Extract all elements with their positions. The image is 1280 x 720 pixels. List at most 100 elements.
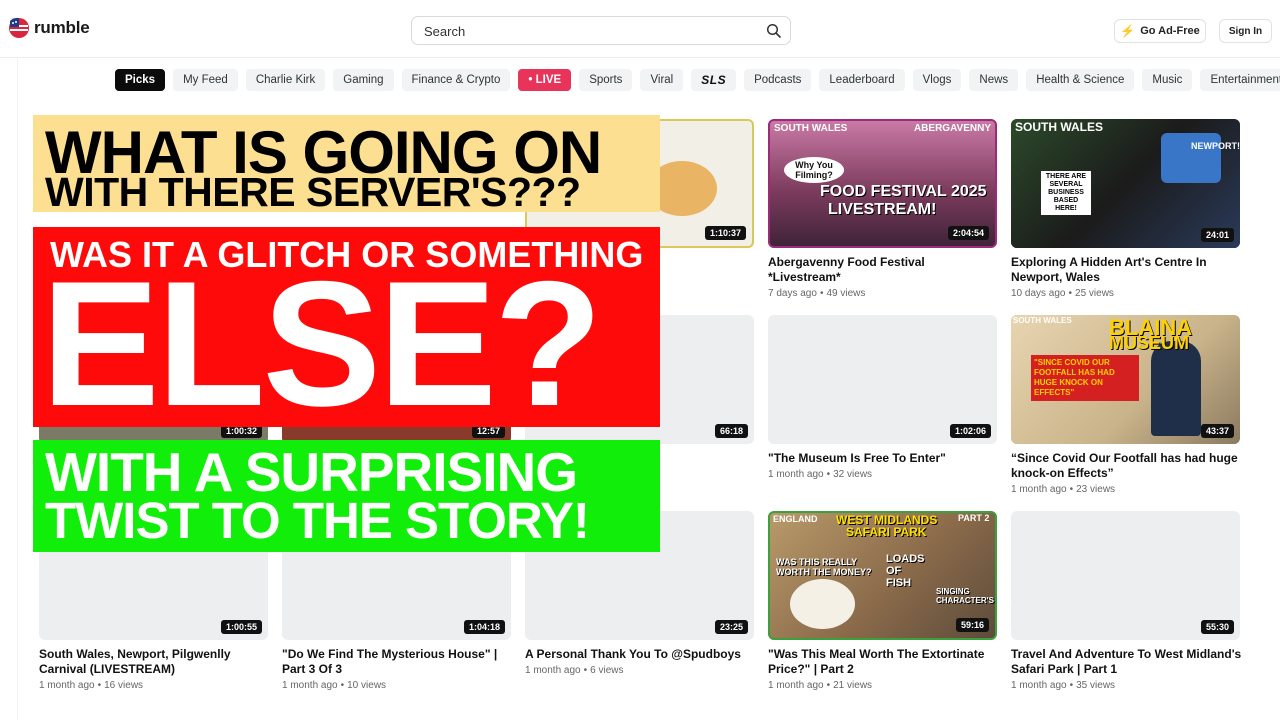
thumb-place: ABERGAVENNY [913, 123, 991, 134]
video-duration: 23:25 [714, 620, 748, 634]
views-label: views [847, 680, 873, 691]
go-ad-free-label: Go Ad-Free [1140, 25, 1200, 37]
video-age: 1 month ago [768, 680, 824, 691]
video-title[interactable]: Travel And Adventure To West Midland's S… [1011, 647, 1243, 676]
search-icon[interactable] [766, 23, 782, 39]
views-label: views [361, 680, 387, 691]
video-age: 10 days ago [1011, 288, 1066, 299]
video-meta: 1 month ago • 32 views [768, 469, 873, 480]
view-count: 6 [590, 665, 596, 676]
sidebar-divider [17, 58, 18, 720]
video-age: 1 month ago [39, 680, 95, 691]
video-duration: 59:16 [955, 618, 989, 632]
video-thumbnail[interactable]: SOUTH WALES ABERGAVENNY Why You Filming?… [768, 119, 997, 248]
view-count: 10 [347, 680, 359, 691]
chip-leaderboard[interactable]: Leaderboard [819, 69, 905, 91]
video-age: 1 month ago [1011, 680, 1067, 691]
thumb-fish: LOADS OF FISH [886, 553, 925, 589]
video-title[interactable]: "The Museum Is Free To Enter" [768, 451, 1000, 466]
views-label: views [847, 469, 873, 480]
video-duration: 1:10:37 [704, 226, 746, 240]
video-duration: 43:37 [1200, 424, 1234, 438]
video-title[interactable]: "Was This Meal Worth The Extortinate Pri… [768, 647, 1000, 676]
go-ad-free-button[interactable]: ⚡ Go Ad-Free [1114, 19, 1206, 43]
logo-text: rumble [34, 18, 90, 37]
video-age: 1 month ago [282, 680, 338, 691]
thumb-place-2: SAFARI PARK [846, 525, 927, 539]
chip-entertainment[interactable]: Entertainment [1200, 69, 1280, 91]
video-meta: 10 days ago • 25 views [1011, 288, 1114, 299]
video-meta: 1 month ago • 6 views [525, 665, 624, 676]
chip-viral[interactable]: Viral [640, 69, 684, 91]
thumb-caption: FOOD FESTIVAL 2025 [820, 183, 987, 200]
rumble-logo[interactable]: rumble [8, 17, 90, 39]
overlay-big-word: ELSE? [41, 244, 603, 443]
chip-sports[interactable]: Sports [579, 69, 633, 91]
chip-news[interactable]: News [969, 69, 1019, 91]
meal-plate-image [790, 579, 855, 629]
video-meta: 1 month ago • 35 views [1011, 680, 1116, 691]
thumb-question: WAS THIS REALLY WORTH THE MONEY? [776, 557, 872, 577]
chip-health-science[interactable]: Health & Science [1026, 69, 1135, 91]
video-duration: 1:00:55 [220, 620, 262, 634]
view-count: 32 [833, 469, 845, 480]
views-label: views [1090, 484, 1116, 495]
video-duration: 1:04:18 [463, 620, 505, 634]
rumble-flag-icon [8, 17, 30, 39]
video-age: 7 days ago [768, 288, 817, 299]
video-thumbnail[interactable]: ENGLAND WEST MIDLANDS SAFARI PARK PART 2… [768, 511, 997, 640]
video-title[interactable]: A Personal Thank You To @Spudboys [525, 647, 757, 662]
chip-music[interactable]: Music [1142, 69, 1193, 91]
search-placeholder: Search [424, 24, 466, 39]
video-meta: 1 month ago • 23 views [1011, 484, 1116, 495]
overlay-banner-green: WITH A SURPRISING TWIST TO THE STORY! [33, 440, 660, 552]
search-input[interactable]: Search [411, 16, 791, 45]
thumb-note: THERE ARE SEVERAL BUSINESS BASED HERE! [1041, 171, 1091, 215]
video-title[interactable]: “Since Covid Our Footfall has had huge k… [1011, 451, 1243, 480]
video-thumbnail[interactable]: 55:30 [1011, 511, 1240, 640]
chip-charlie-kirk[interactable]: Charlie Kirk [245, 69, 326, 91]
video-duration: 55:30 [1200, 620, 1234, 634]
thumb-place-2: MUSEUM [1109, 333, 1189, 353]
video-meta: 1 month ago • 10 views [282, 680, 387, 691]
chip-vlogs[interactable]: Vlogs [912, 69, 962, 91]
views-label: views [840, 288, 866, 299]
thumb-tag: ENGLAND [773, 514, 818, 524]
chip-gaming[interactable]: Gaming [333, 69, 394, 91]
chip-live[interactable]: • LIVE [518, 69, 572, 91]
video-thumbnail[interactable]: SOUTH WALES BLAINA MUSEUM "SINCE COVID O… [1011, 315, 1240, 444]
chip-sls[interactable]: SLS [691, 69, 737, 91]
view-count: 35 [1076, 680, 1088, 691]
thumb-singing: SINGING CHARACTER'S [936, 587, 994, 605]
video-age: 1 month ago [768, 469, 824, 480]
chip-podcasts[interactable]: Podcasts [744, 69, 812, 91]
view-count: 49 [826, 288, 838, 299]
video-thumbnail[interactable]: SOUTH WALES NEWPORT! THERE ARE SEVERAL B… [1011, 119, 1240, 248]
thumb-place: NEWPORT! [1191, 141, 1240, 151]
overlay-teaser-2: TWIST TO THE STORY! [45, 492, 590, 549]
sign-in-button[interactable]: Sign In [1219, 19, 1272, 43]
overlay-subheadline: WITH THERE SERVER'S??? [45, 169, 581, 215]
bolt-icon: ⚡ [1120, 24, 1136, 38]
views-label: views [118, 680, 144, 691]
thumb-quote: "SINCE COVID OUR FOOTFALL HAS HAD HUGE K… [1031, 355, 1139, 401]
video-title[interactable]: Abergavenny Food Festival *Livestream* [768, 255, 1000, 284]
video-title[interactable]: South Wales, Newport, Pilgwenlly Carniva… [39, 647, 271, 676]
chip-my-feed[interactable]: My Feed [173, 69, 238, 91]
category-chips: Picks My Feed Charlie Kirk Gaming Financ… [115, 69, 1280, 91]
video-duration: 66:18 [714, 424, 748, 438]
video-thumbnail[interactable]: 1:02:06 [768, 315, 997, 444]
view-count: 16 [104, 680, 116, 691]
chip-picks[interactable]: Picks [115, 69, 166, 91]
chip-finance-crypto[interactable]: Finance & Crypto [401, 69, 511, 91]
thumb-part: PART 2 [958, 513, 990, 523]
thumb-tag: SOUTH WALES [1015, 120, 1104, 134]
video-age: 1 month ago [1011, 484, 1067, 495]
thumb-caption-2: LIVESTREAM! [828, 201, 937, 218]
views-label: views [598, 665, 624, 676]
video-age: 1 month ago [525, 665, 581, 676]
video-title[interactable]: "Do We Find The Mysterious House" | Part… [282, 647, 514, 676]
video-title[interactable]: Exploring A Hidden Art's Centre In Newpo… [1011, 255, 1243, 284]
video-duration: 1:02:06 [949, 424, 991, 438]
video-duration: 24:01 [1200, 228, 1234, 242]
